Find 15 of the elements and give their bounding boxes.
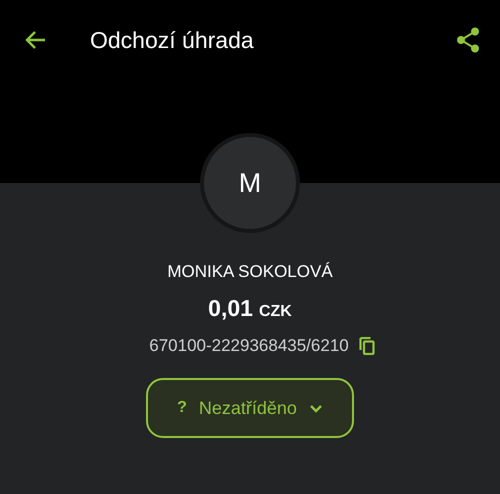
share-icon (456, 27, 480, 53)
question-icon: ? (177, 399, 187, 417)
chevron-down-icon (308, 404, 323, 412)
back-button[interactable] (24, 30, 46, 50)
amount: 0,01 (208, 295, 253, 322)
back-arrow-icon (24, 30, 46, 50)
copy-button[interactable] (358, 337, 375, 355)
share-button[interactable] (456, 27, 480, 53)
avatar: M (200, 133, 300, 233)
category-dropdown[interactable]: ? Nezatříděno (146, 378, 354, 438)
account-number: 670100-2229368435/6210 (149, 336, 349, 356)
screen-title: Odchozí úhrada (90, 26, 255, 54)
recipient-name: MONIKA SOKOLOVÁ (167, 261, 333, 283)
copy-icon (358, 337, 375, 355)
currency: CZK (258, 303, 292, 321)
